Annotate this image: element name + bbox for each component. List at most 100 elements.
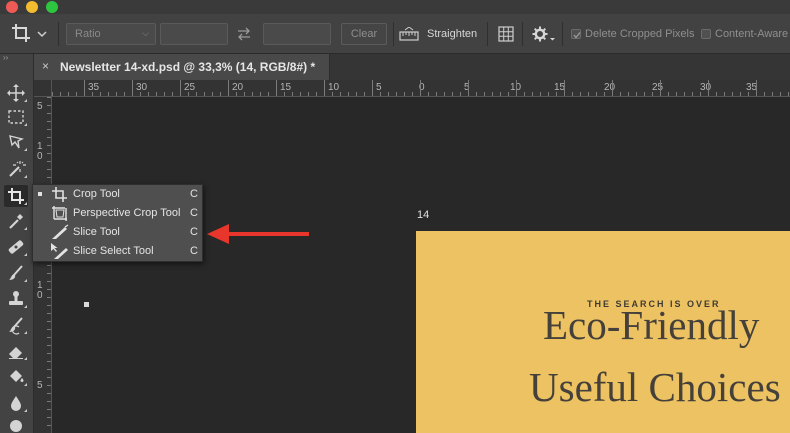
clear-button[interactable]: Clear [341,23,387,45]
ruler-tick-label: 20 [604,82,616,93]
paint-bucket-tool[interactable] [4,366,28,388]
delete-cropped-checkbox[interactable] [571,29,581,39]
panel-collapse-toggle[interactable]: ›› [0,54,34,62]
flyout-item-shortcut: C [190,188,198,200]
paint-bucket-icon [10,370,24,382]
swap-icon[interactable] [236,24,252,44]
flyout-item-slice-select-tool[interactable]: Slice Select Tool C [33,242,202,261]
flyout-item-perspective-crop-tool[interactable]: Perspective Crop Tool C [33,204,202,223]
delete-cropped-label: Delete Cropped Pixels [585,28,695,40]
crop-handle[interactable] [84,302,89,307]
stamp-tool[interactable] [4,288,28,310]
minimize-window-button[interactable] [26,1,38,13]
slice-select-icon [51,243,68,259]
ruler-tick-label: 30 [700,82,712,93]
flyout-item-shortcut: C [190,245,198,257]
width-field[interactable] [160,23,228,45]
horizontal-ruler[interactable]: 353025201510505101520253035 [52,80,790,97]
crop-icon [52,187,67,202]
document-tab-bar: × Newsletter 14-xd.psd @ 33,3% (14, RGB/… [34,54,790,80]
flyout-item-shortcut: C [190,207,198,219]
document-tab[interactable]: × Newsletter 14-xd.psd @ 33,3% (14, RGB/… [34,54,330,80]
tool-preset-picker[interactable] [10,22,50,46]
content-aware-checkbox[interactable] [701,29,711,39]
flyout-item-label: Slice Tool [73,226,120,238]
lasso-icon [9,135,25,149]
ruler-tick-label: 25 [652,82,664,93]
move-tool[interactable] [4,82,28,104]
history-brush-tool[interactable] [4,314,28,336]
vertical-ruler[interactable]: 5105105 [34,97,52,433]
dodge-icon [10,420,22,432]
chevron-down-icon: ⌵ [142,28,149,38]
annotation-arrow-icon [207,224,309,244]
eraser-icon [9,347,23,359]
straighten-label[interactable]: Straighten [427,28,477,40]
selected-indicator [38,192,42,196]
gear-icon[interactable] [532,26,556,42]
close-tab-icon[interactable]: × [42,59,49,73]
eyedropper-icon [9,214,23,229]
magic-wand-icon [9,161,26,177]
crop-tool[interactable] [4,185,28,207]
checkmark-icon [573,32,581,39]
separator [58,22,59,46]
ruler-tick-label: 10 [328,82,340,93]
slice-icon [52,224,69,239]
ratio-select-label: Ratio [75,28,101,40]
healing-icon [8,240,24,254]
zoom-window-button[interactable] [46,1,58,13]
eraser-tool[interactable] [4,340,28,362]
document-title: Newsletter 14-xd.psd @ 33,3% (14, RGB/8#… [60,60,316,74]
artboard-headline-line1: Eco-Friendly [543,302,760,348]
grid-overlay-icon[interactable] [498,26,514,42]
close-window-button[interactable] [6,1,18,13]
straighten-icon[interactable] [399,27,419,41]
options-bar: Ratio ⌵ Clear Straighten Delete Cropped … [0,14,790,54]
history-brush-icon [9,317,23,335]
artboard-label[interactable]: 14 [417,209,429,221]
ratio-select[interactable]: Ratio ⌵ [66,23,156,45]
window-titlebar [0,0,790,14]
artboard-headline-line2: Useful Choices [529,364,781,410]
flyout-item-label: Slice Select Tool [73,245,154,257]
ruler-origin[interactable] [34,80,52,97]
ruler-tick-label: 15 [280,82,292,93]
marquee-icon [8,110,24,124]
brush-icon [9,265,23,280]
stamp-icon [9,291,23,305]
magic-wand-tool[interactable] [4,158,28,180]
brush-tool[interactable] [4,262,28,284]
ruler-tick-label: 5 [37,380,43,391]
flyout-item-shortcut: C [190,226,198,238]
separator [522,22,523,46]
blur-tool[interactable] [4,392,28,414]
ruler-tick-label: 0 [37,151,43,162]
flyout-item-slice-tool[interactable]: Slice Tool C [33,223,202,242]
ruler-tick-label: 30 [136,82,148,93]
ruler-tick-label: 5 [37,101,43,112]
blur-icon [11,396,21,411]
healing-tool[interactable] [4,236,28,258]
crop-tool-flyout: Crop Tool C Perspective Crop Tool C Slic… [32,184,203,262]
marquee-tool[interactable] [4,106,28,128]
tools-panel: ›› [0,54,34,433]
content-aware-label: Content-Aware [715,28,789,40]
dodge-tool[interactable] [4,416,28,433]
artboard[interactable]: THE SEARCH IS OVER Eco-Friendly Useful C… [416,231,790,433]
ruler-tick-label: 0 [37,290,43,301]
flyout-item-label: Crop Tool [73,188,120,200]
crop-icon [8,188,24,204]
separator [487,22,488,46]
separator [562,22,563,46]
lasso-tool[interactable] [4,131,28,153]
eyedropper-tool[interactable] [4,210,28,232]
crop-icon [12,24,47,42]
ruler-tick-label: 35 [88,82,100,93]
perspective-crop-icon [52,206,67,221]
height-field[interactable] [263,23,331,45]
ruler-tick-label: 20 [232,82,244,93]
move-icon [7,84,25,102]
ruler-tick-label: 25 [184,82,196,93]
flyout-item-crop-tool[interactable]: Crop Tool C [33,185,202,204]
